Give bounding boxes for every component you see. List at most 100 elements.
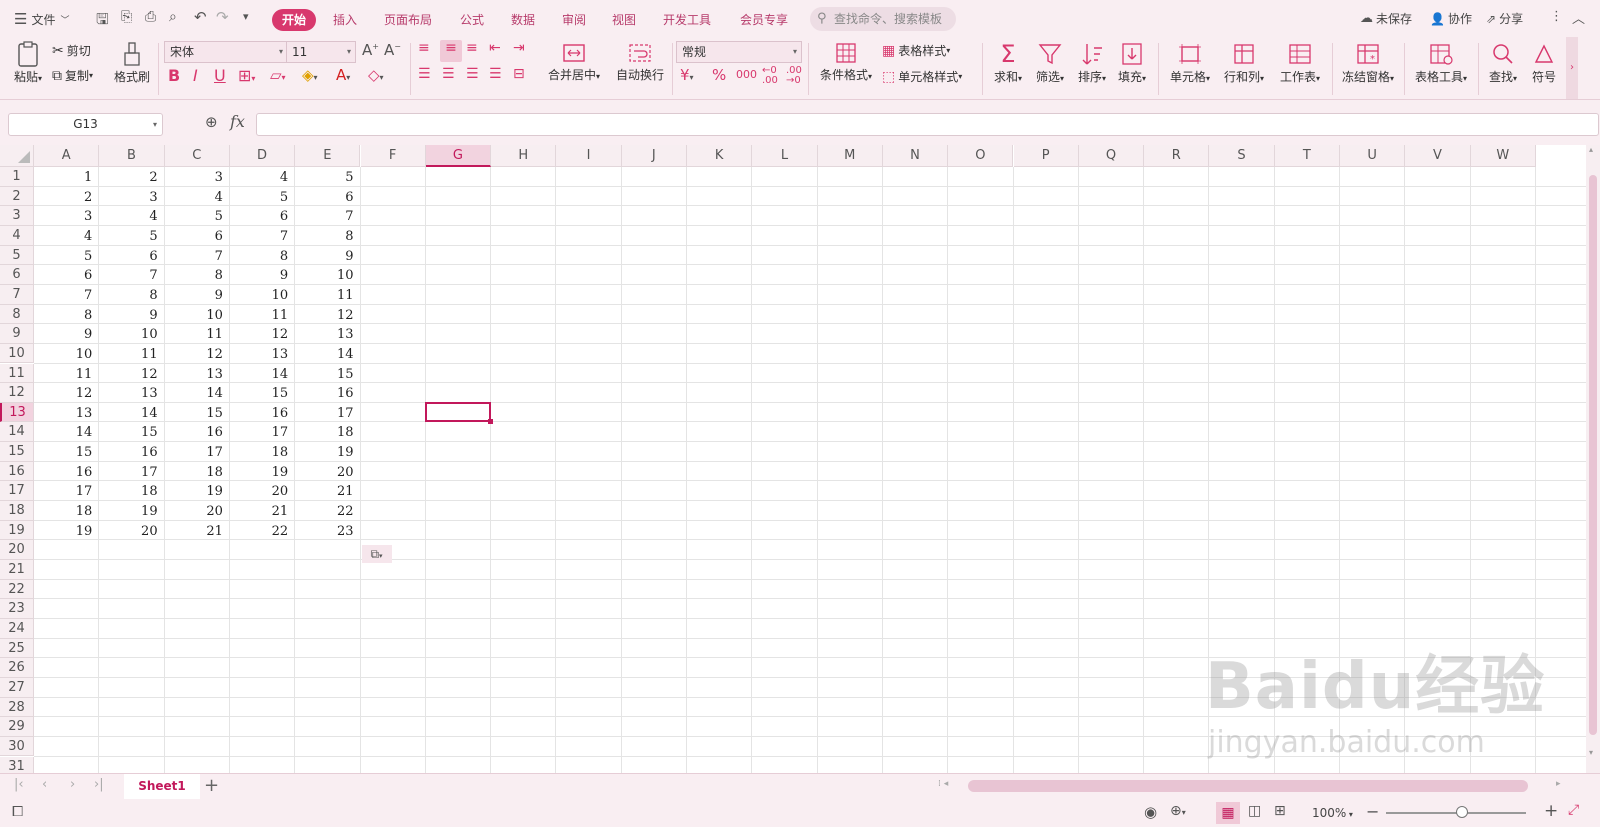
paste-button[interactable]: 粘贴▾ xyxy=(10,40,46,85)
cell-c18[interactable]: 20 xyxy=(165,501,230,521)
cell-a4[interactable]: 4 xyxy=(34,226,99,246)
cell-e1[interactable]: 5 xyxy=(295,167,360,187)
cell-d17[interactable]: 20 xyxy=(230,481,295,501)
tab-home[interactable]: 开始 xyxy=(272,9,317,31)
cell-a2[interactable]: 2 xyxy=(34,187,99,207)
cell-a3[interactable]: 3 xyxy=(34,206,99,226)
tab-member[interactable]: 会员专享 xyxy=(740,9,788,31)
border-icon[interactable]: ⊞▾ xyxy=(238,66,255,85)
cell-a14[interactable]: 14 xyxy=(34,422,99,442)
cell-b3[interactable]: 4 xyxy=(99,206,164,226)
column-header-o[interactable]: O xyxy=(948,145,1014,167)
cell-a17[interactable]: 17 xyxy=(34,481,99,501)
normal-view-icon[interactable]: ▦ xyxy=(1216,802,1240,824)
row-header-24[interactable]: 24 xyxy=(0,618,34,639)
export-pdf-icon[interactable]: ⎘ xyxy=(121,9,132,25)
row-header-1[interactable]: 1 xyxy=(0,167,34,187)
row-header-14[interactable]: 14 xyxy=(0,422,34,443)
row-header-11[interactable]: 11 xyxy=(0,363,34,384)
column-header-h[interactable]: H xyxy=(491,145,557,167)
cell-d12[interactable]: 15 xyxy=(230,383,295,403)
cell-b14[interactable]: 15 xyxy=(99,422,164,442)
cell-d4[interactable]: 7 xyxy=(230,226,295,246)
select-all-corner[interactable] xyxy=(0,145,34,167)
column-header-k[interactable]: K xyxy=(687,145,753,167)
cell-a16[interactable]: 16 xyxy=(34,462,99,482)
row-header-8[interactable]: 8 xyxy=(0,304,34,325)
thousands-icon[interactable]: 000 xyxy=(736,68,757,81)
cell-a12[interactable]: 12 xyxy=(34,383,99,403)
cell-a5[interactable]: 5 xyxy=(34,246,99,266)
print-preview-icon[interactable]: ⌕ xyxy=(169,9,177,25)
cell-b2[interactable]: 3 xyxy=(99,187,164,207)
page-layout-view-icon[interactable]: ◫ xyxy=(1248,803,1261,819)
cell-b13[interactable]: 14 xyxy=(99,403,164,423)
increase-decimal-icon[interactable]: ←0.00 xyxy=(762,66,778,86)
redo-icon[interactable]: ↷ xyxy=(216,8,229,26)
increase-font-icon[interactable]: A+ xyxy=(362,41,379,59)
row-header-17[interactable]: 17 xyxy=(0,481,34,502)
merge-center-button[interactable]: 合并居中▾ xyxy=(542,40,606,83)
column-header-g[interactable]: G xyxy=(425,145,492,167)
save-icon[interactable]: 🖫 xyxy=(96,9,109,34)
column-header-e[interactable]: E xyxy=(295,145,361,167)
column-header-r[interactable]: R xyxy=(1144,145,1210,167)
cell-b9[interactable]: 10 xyxy=(99,324,164,344)
increase-indent-icon[interactable]: ⇥ xyxy=(513,40,525,56)
column-header-m[interactable]: M xyxy=(817,145,883,167)
row-header-9[interactable]: 9 xyxy=(0,324,34,344)
column-header-d[interactable]: D xyxy=(229,145,296,167)
column-header-n[interactable]: N xyxy=(882,145,949,167)
cell-c5[interactable]: 7 xyxy=(165,246,230,266)
align-middle-icon[interactable]: ≡ xyxy=(440,40,462,62)
row-header-15[interactable]: 15 xyxy=(0,442,34,462)
row-header-6[interactable]: 6 xyxy=(0,265,34,285)
cell-button[interactable]: 单元格▾ xyxy=(1166,40,1214,85)
font-color-icon[interactable]: A▾ xyxy=(336,66,350,84)
cell-c8[interactable]: 10 xyxy=(165,305,230,325)
zoom-level[interactable]: 100% ▾ xyxy=(1312,806,1353,820)
zoom-slider-knob[interactable] xyxy=(1456,806,1468,818)
cell-a9[interactable]: 9 xyxy=(34,324,99,344)
cell-d13[interactable]: 16 xyxy=(230,403,295,423)
cell-d3[interactable]: 6 xyxy=(230,206,295,226)
cell-e18[interactable]: 22 xyxy=(295,501,360,521)
row-header-12[interactable]: 12 xyxy=(0,383,34,403)
column-header-q[interactable]: Q xyxy=(1078,145,1145,167)
zoom-out-icon[interactable]: − xyxy=(1366,802,1379,821)
customize-toolbar-icon[interactable]: ▾ xyxy=(243,10,249,23)
column-header-b[interactable]: B xyxy=(99,145,165,167)
column-header-v[interactable]: V xyxy=(1405,145,1471,167)
sort-button[interactable]: 排序▾ xyxy=(1074,40,1110,85)
italic-icon[interactable]: I xyxy=(193,66,198,85)
align-center-icon[interactable]: ☰ xyxy=(442,66,455,82)
cell-b1[interactable]: 2 xyxy=(99,167,164,187)
wrap-text-button[interactable]: 自动换行 xyxy=(612,40,668,83)
row-header-30[interactable]: 30 xyxy=(0,736,34,757)
format-painter-button[interactable]: 格式刷 xyxy=(112,40,152,85)
conditional-format-button[interactable]: 条件格式▾ xyxy=(816,40,876,83)
column-header-a[interactable]: A xyxy=(34,145,100,167)
cell-e19[interactable]: 23 xyxy=(295,521,360,541)
freeze-panes-button[interactable]: * 冻结窗格▾ xyxy=(1338,40,1398,85)
cell-d5[interactable]: 8 xyxy=(230,246,295,266)
number-format-select[interactable]: 常规 ▾ xyxy=(676,41,802,63)
more-icon[interactable]: ⋮ xyxy=(1550,9,1563,24)
cell-d16[interactable]: 19 xyxy=(230,462,295,482)
macro-record-icon[interactable]: ⧠ xyxy=(12,804,23,820)
shape-icon[interactable]: ▱▾ xyxy=(270,66,286,84)
cell-e11[interactable]: 15 xyxy=(295,364,360,384)
first-sheet-icon[interactable]: |‹ xyxy=(14,777,24,792)
cell-c12[interactable]: 14 xyxy=(165,383,230,403)
row-header-23[interactable]: 23 xyxy=(0,599,34,619)
horizontal-scroll-thumb[interactable] xyxy=(968,780,1528,792)
decrease-indent-icon[interactable]: ⇤ xyxy=(489,40,501,56)
row-header-27[interactable]: 27 xyxy=(0,677,34,698)
tab-view[interactable]: 视图 xyxy=(612,9,636,31)
cell-e7[interactable]: 11 xyxy=(295,285,360,305)
cell-e9[interactable]: 13 xyxy=(295,324,360,344)
zoom-formula-icon[interactable]: ⊕ xyxy=(205,113,218,131)
cell-b6[interactable]: 7 xyxy=(99,265,164,285)
row-header-28[interactable]: 28 xyxy=(0,697,34,718)
cell-b12[interactable]: 13 xyxy=(99,383,164,403)
